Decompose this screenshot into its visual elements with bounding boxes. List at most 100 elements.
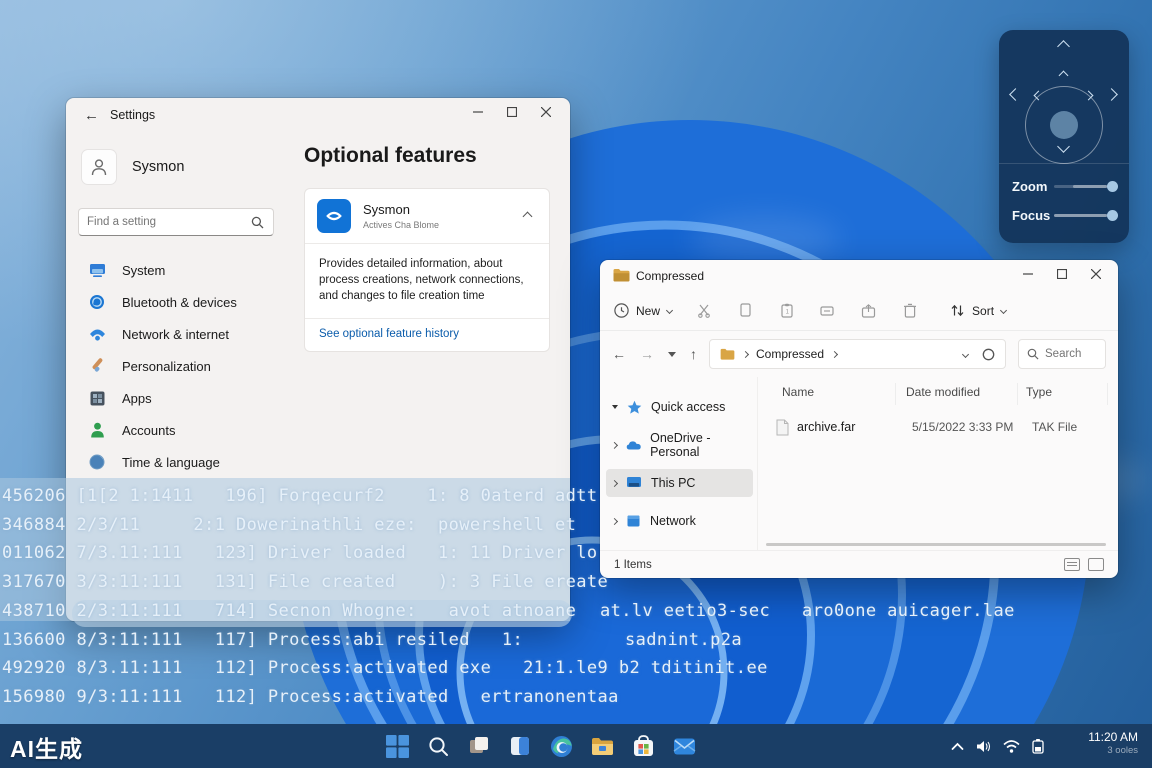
rename-button[interactable]: [819, 302, 836, 319]
copy-button[interactable]: [737, 302, 754, 319]
nav-up-icon[interactable]: ↑: [690, 346, 697, 362]
column-header-date-modified[interactable]: Date modified: [906, 385, 980, 399]
column-header-type[interactable]: Type: [1026, 385, 1052, 399]
file-explorer-button[interactable]: [589, 733, 615, 759]
mail-button[interactable]: [671, 733, 697, 759]
close-button[interactable]: [1090, 268, 1102, 280]
start-button[interactable]: [384, 733, 410, 759]
clock-time: 11:20 AM: [1088, 730, 1138, 744]
file-row[interactable]: archive.far 5/15/2022 3:33 PM TAK File: [764, 415, 1110, 439]
log-line: 011062 7/3.11:111 123] Driver loaded 1: …: [2, 543, 598, 563]
nav-item-quick-access[interactable]: Quick access: [606, 393, 753, 421]
windows-logo-icon: [386, 735, 409, 758]
share-button[interactable]: [860, 302, 877, 319]
pan-right-outer-icon[interactable]: [1105, 88, 1118, 101]
file-icon: [776, 419, 789, 436]
volume-icon[interactable]: [976, 740, 991, 753]
zoom-slider[interactable]: [1054, 185, 1116, 188]
cut-button[interactable]: [696, 302, 713, 319]
log-line: 136600 8/3:11:111 117] Process:abi resil…: [2, 630, 523, 650]
nav-forward-icon[interactable]: →: [640, 346, 654, 362]
pan-left-outer-icon[interactable]: [1009, 88, 1022, 101]
edge-browser-button[interactable]: [548, 733, 574, 759]
back-icon[interactable]: ←: [84, 107, 99, 124]
nav-recent-caret-icon[interactable]: [668, 352, 676, 357]
avatar: [82, 150, 116, 184]
pan-up-outer-icon[interactable]: [1057, 40, 1070, 53]
explorer-search-box[interactable]: [1018, 339, 1106, 369]
taskbar: AI生成: [0, 724, 1152, 768]
delete-button[interactable]: [901, 302, 918, 319]
sidebar-item-label: Accounts: [122, 423, 175, 438]
maximize-button[interactable]: [1056, 268, 1068, 280]
large-icons-view-button[interactable]: [1088, 558, 1104, 571]
breadcrumb[interactable]: Compressed: [709, 339, 1006, 369]
nav-item-onedrive[interactable]: OneDrive - Personal: [606, 431, 753, 459]
column-separator[interactable]: [1107, 383, 1108, 405]
file-type: TAK File: [1032, 420, 1077, 434]
expander-chevron-icon[interactable]: [611, 442, 618, 449]
settings-search-box[interactable]: [78, 208, 274, 236]
page-title: Optional features: [304, 144, 477, 168]
focus-slider[interactable]: [1054, 214, 1116, 217]
column-separator[interactable]: [1017, 383, 1018, 405]
search-taskbar-button[interactable]: [425, 733, 451, 759]
sidebar-item-system[interactable]: System: [78, 254, 288, 286]
new-button-label: New: [636, 304, 660, 318]
tray-chevron-up-icon[interactable]: [951, 742, 964, 751]
taskbar-clock[interactable]: 11:20 AM 3 ooles: [1088, 730, 1138, 756]
minimize-button[interactable]: [472, 106, 484, 118]
nav-back-icon[interactable]: ←: [612, 346, 626, 362]
dpad-center-knob[interactable]: [1050, 111, 1078, 139]
paste-button[interactable]: 1: [778, 302, 795, 319]
widgets-button[interactable]: [507, 733, 533, 759]
settings-search-input[interactable]: [79, 216, 251, 228]
feature-card-header[interactable]: Sysmon Actives Cha Blome: [305, 189, 549, 243]
wifi-icon[interactable]: [1003, 740, 1020, 753]
column-separator[interactable]: [895, 383, 896, 405]
cloud-icon: [626, 439, 641, 451]
new-button[interactable]: New: [614, 303, 672, 318]
sidebar-item-apps[interactable]: Apps: [78, 382, 288, 414]
settings-nav: System Bluetooth & devices Network & int…: [78, 254, 288, 478]
sidebar-item-accounts[interactable]: Accounts: [78, 414, 288, 446]
sidebar-item-time-language[interactable]: Time & language: [78, 446, 288, 478]
sort-button[interactable]: Sort: [950, 304, 1006, 318]
file-explorer-window: Compressed New 1: [600, 260, 1118, 578]
nav-item-network[interactable]: Network: [606, 507, 753, 535]
folder-icon: [720, 348, 735, 360]
sidebar-item-bluetooth-devices[interactable]: Bluetooth & devices: [78, 286, 288, 318]
nav-item-this-pc[interactable]: This PC: [606, 469, 753, 497]
chevron-up-icon[interactable]: [524, 207, 531, 225]
zoom-slider-thumb[interactable]: [1107, 181, 1118, 192]
log-line: 456206 [1[2 1:1411 196] Forqecurf2 1: 8 …: [2, 486, 598, 506]
log-line: 317670 3/3:11:111 131] File created ): 3…: [2, 572, 608, 592]
sidebar-item-network-internet[interactable]: Network & internet: [78, 318, 288, 350]
explorer-search-input[interactable]: [1045, 348, 1097, 360]
maximize-button[interactable]: [506, 106, 518, 118]
column-header-name[interactable]: Name: [782, 385, 814, 399]
pan-up-inner-icon[interactable]: [1059, 71, 1069, 81]
account-row[interactable]: Sysmon: [82, 150, 184, 184]
refresh-icon[interactable]: [982, 348, 995, 361]
focus-slider-thumb[interactable]: [1107, 210, 1118, 221]
feature-history-link[interactable]: See optional feature history: [305, 318, 549, 351]
task-view-button[interactable]: [466, 733, 492, 759]
expander-chevron-icon[interactable]: [611, 479, 618, 486]
breadcrumb-segment[interactable]: Compressed: [756, 347, 824, 361]
sidebar-item-label: System: [122, 263, 165, 278]
minimize-button[interactable]: [1022, 268, 1034, 280]
account-name: Sysmon: [132, 159, 184, 175]
expander-chevron-icon[interactable]: [611, 517, 618, 524]
focus-slider-label: Focus: [1012, 208, 1054, 223]
sidebar-item-personalization[interactable]: Personalization: [78, 350, 288, 382]
horizontal-scrollbar[interactable]: [766, 543, 1106, 546]
details-view-button[interactable]: [1064, 558, 1080, 571]
close-button[interactable]: [540, 106, 552, 118]
zoom-slider-fill: [1073, 185, 1107, 188]
address-dropdown-icon[interactable]: [962, 350, 969, 357]
microsoft-store-button[interactable]: [630, 733, 656, 759]
expander-caret-icon[interactable]: [612, 405, 618, 409]
battery-icon[interactable]: [1032, 738, 1044, 754]
time-language-icon: [88, 453, 106, 471]
